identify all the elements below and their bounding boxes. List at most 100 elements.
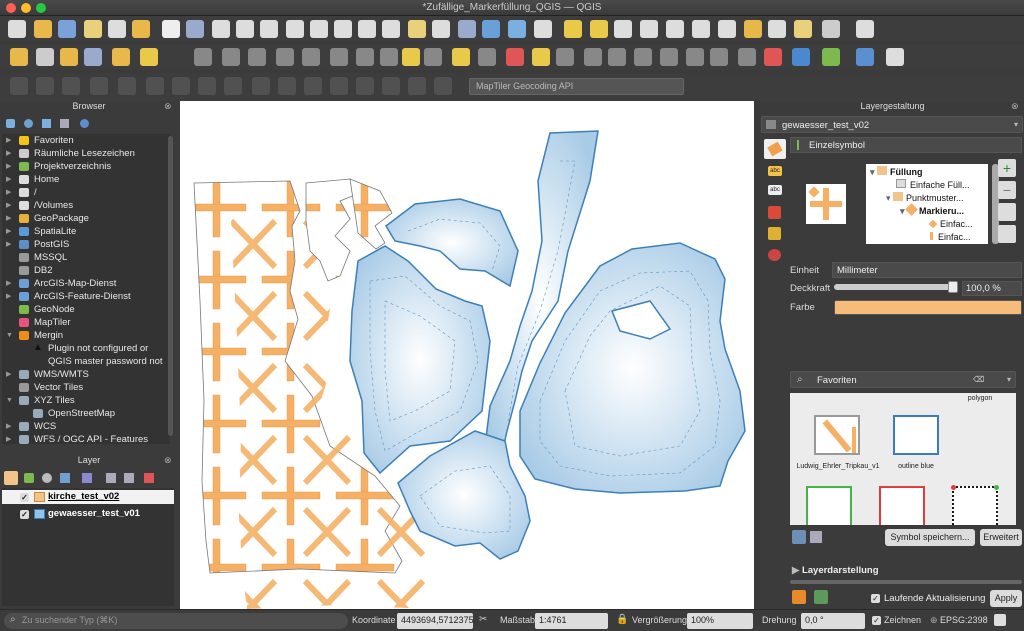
redo-icon[interactable] [302, 48, 320, 66]
split-icon[interactable] [738, 48, 756, 66]
diagrams-tab[interactable] [768, 227, 781, 240]
advanced-digitize-icon[interactable] [198, 77, 216, 95]
toggle-edit-icon[interactable] [36, 48, 54, 66]
avoid-overlap-icon[interactable] [146, 77, 164, 95]
map-canvas[interactable] [180, 101, 754, 609]
expand-arrow-icon[interactable]: ▶ [6, 225, 11, 238]
expand-arrow-icon[interactable]: ▶ [6, 420, 11, 433]
save-symbol-button[interactable]: Symbol speichern... [885, 529, 975, 546]
intersection-icon[interactable] [172, 77, 190, 95]
layout-manager-icon[interactable] [108, 20, 126, 38]
vertex-tool-icon[interactable] [60, 48, 78, 66]
undo-icon[interactable] [792, 590, 806, 604]
pan-to-selection-icon[interactable] [186, 20, 204, 38]
circle-icon[interactable] [278, 77, 296, 95]
snap-icon[interactable] [36, 77, 54, 95]
cut-icon[interactable] [194, 48, 212, 66]
browser-item[interactable]: ▼ XYZ Tiles [2, 394, 170, 407]
expand-arrow-icon[interactable]: ▶ [6, 134, 11, 147]
merge-icon[interactable] [764, 48, 782, 66]
label-icon[interactable] [356, 48, 374, 66]
copy-icon[interactable] [222, 48, 240, 66]
expand-arrow-icon[interactable]: ▼ [6, 394, 13, 407]
favorite-symbol[interactable] [806, 486, 852, 525]
browser-item[interactable]: ▼ Mergin [2, 329, 170, 342]
favorites-search-input[interactable]: ⌕ Favoriten ⌫ ▾ [790, 371, 1016, 388]
opacity-slider[interactable] [834, 281, 958, 293]
browser-item[interactable]: ▶GeoNode [2, 303, 170, 316]
feature-icon[interactable] [556, 48, 574, 66]
add-feature-icon[interactable] [84, 48, 102, 66]
deselect-icon[interactable] [590, 20, 608, 38]
expand-arrow-icon[interactable]: ▶ [6, 212, 11, 225]
browser-item[interactable]: ▶ Favoriten [2, 134, 170, 147]
print-layout-icon[interactable] [84, 20, 102, 38]
expand-arrow-icon[interactable]: ▶ [6, 147, 11, 160]
attribute-icon[interactable] [330, 48, 348, 66]
geocoder-search-input[interactable]: MapTiler Geocoding API [469, 78, 684, 95]
symbol-tree-item[interactable]: Einfache Füll... [896, 179, 970, 192]
layer-row[interactable]: ✓ kirche_test_v02 [2, 490, 174, 504]
opacity-input[interactable]: 100,0 % [962, 281, 1022, 296]
lock-scale-icon[interactable]: 🔒 [616, 614, 628, 625]
favorite-symbol[interactable] [893, 415, 939, 455]
browser-item[interactable]: ▶ Home [2, 173, 170, 186]
digitize-icon[interactable] [10, 48, 28, 66]
filter-icon[interactable] [42, 119, 51, 128]
scale-field[interactable]: 1:4761 [535, 613, 608, 629]
zoom-native-icon[interactable] [334, 20, 352, 38]
ellipse-icon[interactable] [304, 77, 322, 95]
label-change-icon[interactable] [478, 48, 496, 66]
browser-item[interactable]: ▶MapTiler [2, 316, 170, 329]
zoom-full-icon[interactable] [260, 20, 278, 38]
toolbox-icon[interactable] [744, 20, 762, 38]
refresh-icon[interactable] [24, 119, 33, 128]
statistics-icon[interactable] [692, 20, 710, 38]
filter-legend-icon[interactable] [60, 473, 70, 483]
zoom-in-icon[interactable] [212, 20, 230, 38]
expand-arrow-icon[interactable]: ▶ [6, 199, 11, 212]
expand-arrow-icon[interactable]: ▼ [6, 329, 13, 342]
new-3d-view-icon[interactable] [482, 20, 500, 38]
redo-icon[interactable] [814, 590, 828, 604]
open-project-icon[interactable] [34, 20, 52, 38]
renderer-select[interactable]: Einzelsymbol [790, 137, 1022, 153]
label-show-icon[interactable] [402, 48, 420, 66]
diagram-icon[interactable] [506, 48, 524, 66]
crs-button[interactable]: ⊕ EPSG:2398 [930, 615, 988, 626]
browser-item[interactable]: ▶ ArcGIS-Map-Dienst [2, 277, 170, 290]
browser-item[interactable]: ▶ WFS / OGC API - Features [2, 433, 170, 444]
layer-visibility-checkbox[interactable]: ✓ [20, 510, 29, 519]
browser-item[interactable]: ▶ PostGIS [2, 238, 170, 251]
render-checkbox[interactable]: ✓ Zeichnen [872, 615, 921, 625]
opacity-slider-handle[interactable] [948, 281, 958, 293]
fill-color-button[interactable] [834, 300, 1022, 315]
shape-icon[interactable] [382, 77, 400, 95]
zoom-out-icon[interactable] [236, 20, 254, 38]
rect-icon[interactable] [330, 77, 348, 95]
scale-bar-icon[interactable] [768, 20, 786, 38]
processing-icon[interactable] [718, 20, 736, 38]
help-icon[interactable] [856, 48, 874, 66]
clear-search-icon[interactable]: ⌫ [973, 375, 984, 384]
favorite-symbol[interactable] [951, 485, 999, 525]
rotation-field[interactable]: 0,0 ° [801, 613, 865, 629]
move-feature-icon[interactable] [112, 48, 130, 66]
add-symbol-layer-button[interactable]: + [998, 159, 1016, 177]
browser-item[interactable]: ▶▲Plugin not configured or [2, 342, 170, 355]
refresh-icon[interactable] [508, 20, 526, 38]
open-table-icon[interactable] [640, 20, 658, 38]
digitize-curve-icon[interactable] [408, 77, 426, 95]
stream-icon[interactable] [434, 77, 452, 95]
zoom-to-layer-icon[interactable] [310, 20, 328, 38]
symbol-tree-item[interactable]: Einfac... [930, 231, 971, 244]
browser-item[interactable]: ▶DB2 [2, 264, 170, 277]
browser-item[interactable]: ▶ /Volumes [2, 199, 170, 212]
layer-select-dropdown[interactable]: gewaesser_test_v02 ▾ [761, 116, 1023, 133]
expand-arrow-icon[interactable]: ▶ [6, 368, 11, 381]
toggle-extent-icon[interactable]: ✂ [479, 614, 487, 625]
temporal-icon[interactable] [534, 20, 552, 38]
cad-icon[interactable] [224, 77, 242, 95]
save-project-icon[interactable] [58, 20, 76, 38]
label-move-icon[interactable] [424, 48, 442, 66]
